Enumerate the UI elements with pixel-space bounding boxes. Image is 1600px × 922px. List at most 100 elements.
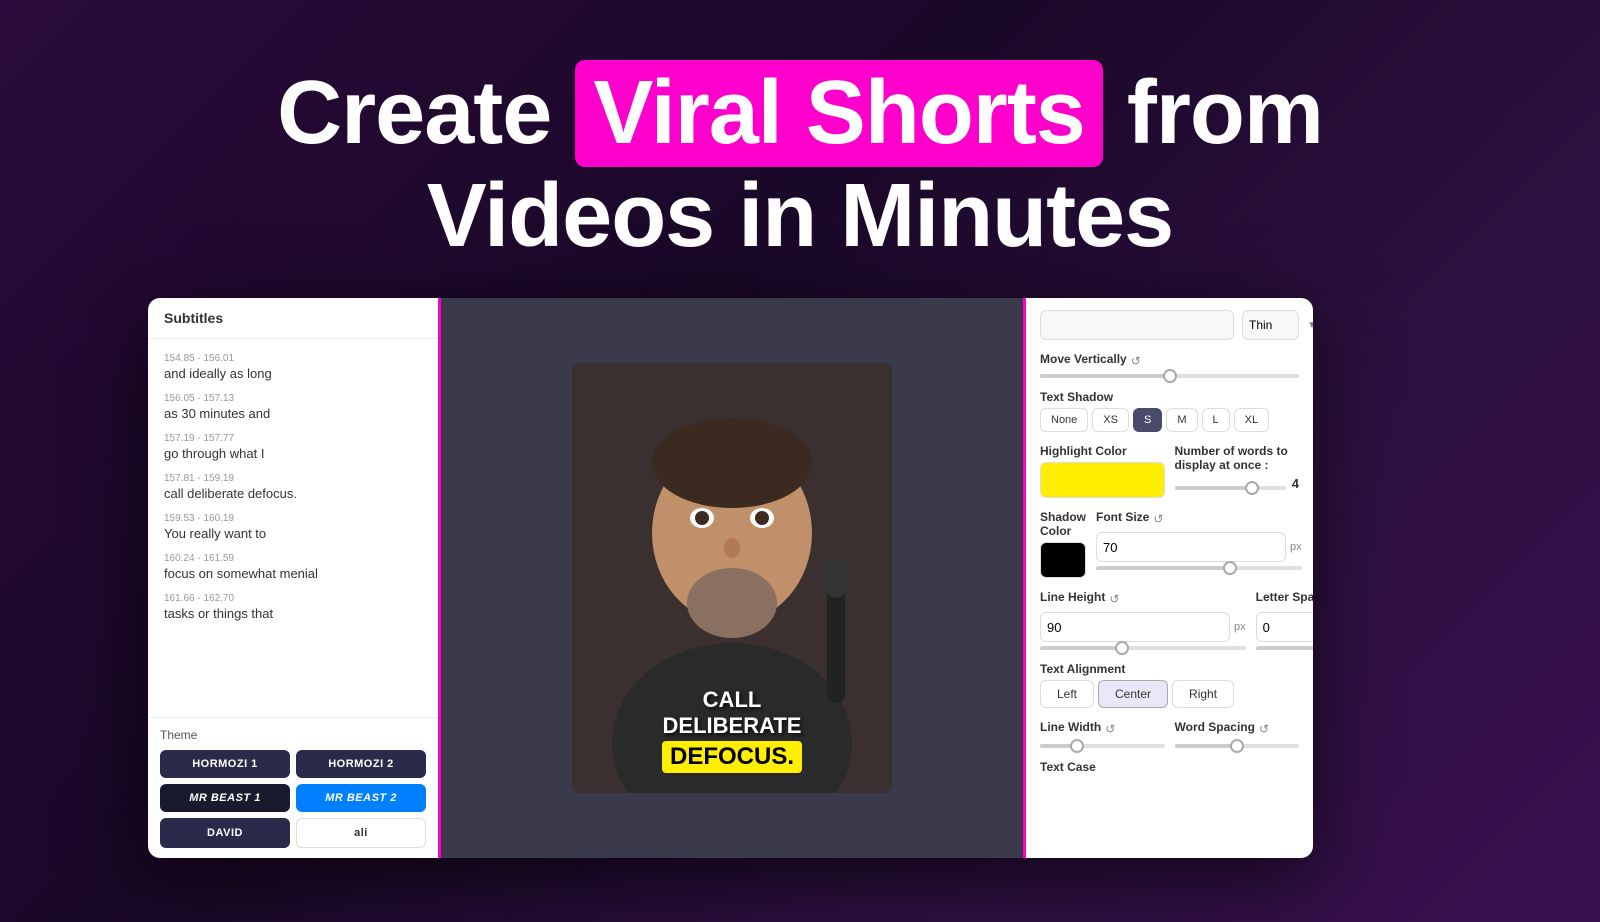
highlight-color-section: Highlight Color: [1040, 444, 1165, 498]
app-window: Subtitles 154.85 - 156.01 and ideally as…: [148, 298, 1313, 858]
letter-spacing-section: Letter Spacing ↺ px: [1256, 590, 1313, 650]
subtitle-time: 154.85 - 156.01: [164, 353, 422, 364]
words-count-value: 4: [1292, 476, 1299, 491]
font-name-input[interactable]: [1040, 310, 1234, 340]
shadow-m-button[interactable]: M: [1166, 408, 1197, 432]
subtitle-time: 157.81 - 159.19: [164, 473, 422, 484]
video-container: CALL DELIBERATE DEFOCUS.: [572, 363, 892, 793]
highlight-color-picker[interactable]: [1040, 462, 1165, 498]
letter-spacing-row: Letter Spacing ↺: [1256, 590, 1313, 608]
subtitle-line2: DELIBERATE: [582, 713, 882, 739]
right-panel: Thin Regular Bold Black ▼ Move Verticall…: [1023, 298, 1313, 858]
subtitle-time: 161.66 - 162.70: [164, 593, 422, 604]
subtitle-time: 159.53 - 160.19: [164, 513, 422, 524]
line-width-reset-icon[interactable]: ↺: [1105, 722, 1115, 736]
shadow-s-button[interactable]: S: [1133, 408, 1162, 432]
highlight-color-label: Highlight Color: [1040, 444, 1165, 458]
shadow-xl-button[interactable]: XL: [1234, 408, 1269, 432]
font-top-row: Thin Regular Bold Black ▼: [1040, 310, 1299, 340]
theme-grid: HORMOZI 1 HORMOZI 2 MR BEAST 1 MR BEAST …: [160, 750, 426, 848]
shadow-l-button[interactable]: L: [1202, 408, 1230, 432]
text-case-section: Text Case: [1040, 760, 1299, 778]
subtitle-item[interactable]: 157.81 - 159.19 call deliberate defocus.: [148, 467, 438, 507]
subtitle-time: 156.05 - 157.13: [164, 393, 422, 404]
font-size-reset-icon[interactable]: ↺: [1153, 512, 1163, 526]
theme-hormozi1-button[interactable]: HORMOZI 1: [160, 750, 290, 778]
shadow-color-picker[interactable]: [1040, 542, 1086, 578]
words-count-slider[interactable]: [1175, 486, 1286, 490]
move-vertically-section: Move Vertically ↺: [1040, 352, 1299, 378]
subtitle-item[interactable]: 161.66 - 162.70 tasks or things that: [148, 587, 438, 627]
line-height-unit: px: [1234, 621, 1246, 633]
shadow-none-button[interactable]: None: [1040, 408, 1088, 432]
subtitle-item[interactable]: 160.24 - 161.59 focus on somewhat menial: [148, 547, 438, 587]
theme-david-button[interactable]: DAVID: [160, 818, 290, 848]
theme-section: Theme HORMOZI 1 HORMOZI 2 MR BEAST 1 MR …: [148, 717, 438, 858]
hero-title: Create Viral Shorts from Videos in Minut…: [0, 60, 1600, 266]
subtitle-text: call deliberate defocus.: [164, 486, 422, 501]
font-size-unit: px: [1290, 541, 1302, 553]
words-count-label: Number of words to display at once :: [1175, 444, 1300, 472]
subtitle-time: 160.24 - 161.59: [164, 553, 422, 564]
text-shadow-label: Text Shadow: [1040, 390, 1299, 404]
letter-spacing-slider[interactable]: [1256, 646, 1313, 650]
move-vertically-slider[interactable]: [1040, 374, 1299, 378]
subtitle-text: go through what I: [164, 446, 422, 461]
letter-spacing-input-row: px: [1256, 612, 1313, 642]
word-spacing-row: Word Spacing ↺: [1175, 720, 1300, 738]
subtitle-text: You really want to: [164, 526, 422, 541]
shadow-color-section: Shadow Color: [1040, 510, 1086, 578]
move-vertically-label: Move Vertically: [1040, 352, 1127, 366]
subtitle-item[interactable]: 154.85 - 156.01 and ideally as long: [148, 347, 438, 387]
font-size-slider[interactable]: [1096, 566, 1302, 570]
shadow-buttons: None XS S M L XL: [1040, 408, 1299, 432]
chevron-down-icon: ▼: [1307, 320, 1313, 331]
subtitle-item[interactable]: 157.19 - 157.77 go through what I: [148, 427, 438, 467]
hero-title-suffix: from: [1103, 63, 1323, 163]
letter-spacing-label: Letter Spacing: [1256, 590, 1313, 604]
font-style-select[interactable]: Thin Regular Bold Black: [1242, 310, 1299, 340]
subtitle-line1: CALL: [582, 687, 882, 713]
words-count-section: Number of words to display at once : 4: [1175, 444, 1300, 498]
word-spacing-slider[interactable]: [1175, 744, 1300, 748]
left-panel: Subtitles 154.85 - 156.01 and ideally as…: [148, 298, 438, 858]
hero-title-line2: Videos in Minutes: [427, 166, 1173, 266]
shadow-color-label: Shadow Color: [1040, 510, 1086, 538]
subtitle-item[interactable]: 156.05 - 157.13 as 30 minutes and: [148, 387, 438, 427]
line-height-slider[interactable]: [1040, 646, 1246, 650]
font-size-input-row: px: [1096, 532, 1302, 562]
line-width-section: Line Width ↺: [1040, 720, 1165, 748]
align-left-button[interactable]: Left: [1040, 680, 1094, 708]
subtitle-time: 157.19 - 157.77: [164, 433, 422, 444]
theme-label: Theme: [160, 728, 426, 742]
font-size-input[interactable]: [1096, 532, 1286, 562]
align-right-button[interactable]: Right: [1172, 680, 1234, 708]
shadow-fontsize-row: Shadow Color Font Size ↺ px: [1040, 510, 1299, 578]
subtitle-overlay: CALL DELIBERATE DEFOCUS.: [572, 687, 892, 773]
theme-mrbeast2-button[interactable]: MR BEAST 2: [296, 784, 426, 812]
line-width-slider[interactable]: [1040, 744, 1165, 748]
line-height-reset-icon[interactable]: ↺: [1109, 592, 1119, 606]
word-spacing-reset-icon[interactable]: ↺: [1259, 722, 1269, 736]
highlight-words-row: Highlight Color Number of words to displ…: [1040, 444, 1299, 498]
theme-hormozi2-button[interactable]: HORMOZI 2: [296, 750, 426, 778]
subtitle-item[interactable]: 159.53 - 160.19 You really want to: [148, 507, 438, 547]
hero-section: Create Viral Shorts from Videos in Minut…: [0, 0, 1600, 306]
align-center-button[interactable]: Center: [1098, 680, 1168, 708]
shadow-xs-button[interactable]: XS: [1092, 408, 1129, 432]
theme-ali-button[interactable]: ali: [296, 818, 426, 848]
hero-title-prefix: Create: [277, 63, 575, 163]
line-height-label: Line Height: [1040, 590, 1105, 604]
line-height-row: Line Height ↺: [1040, 590, 1246, 608]
subtitle-text: tasks or things that: [164, 606, 422, 621]
theme-mrbeast1-button[interactable]: MR BEAST 1: [160, 784, 290, 812]
move-vertically-reset-icon[interactable]: ↺: [1131, 354, 1141, 368]
word-spacing-label: Word Spacing: [1175, 720, 1255, 734]
subtitle-text: focus on somewhat menial: [164, 566, 422, 581]
word-spacing-section: Word Spacing ↺: [1175, 720, 1300, 748]
line-height-input[interactable]: [1040, 612, 1230, 642]
font-size-section: Font Size ↺ px: [1096, 510, 1302, 578]
line-height-input-row: px: [1040, 612, 1246, 642]
letter-spacing-input[interactable]: [1256, 612, 1313, 642]
text-alignment-label: Text Alignment: [1040, 662, 1299, 676]
